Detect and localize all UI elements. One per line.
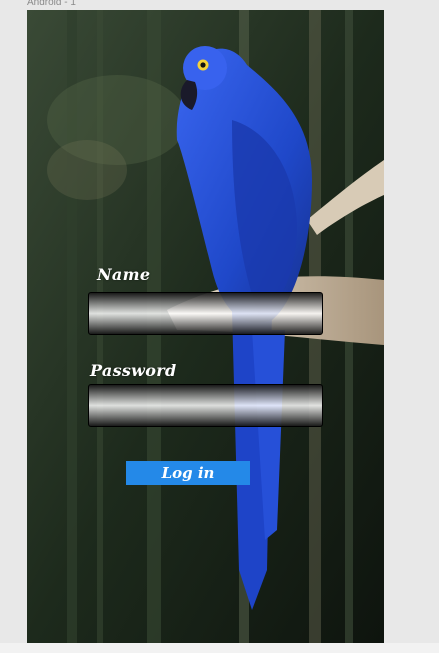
login-button[interactable]: Log in <box>126 461 250 485</box>
artboard-label: Android - 1 <box>27 0 76 8</box>
password-input[interactable] <box>88 384 323 427</box>
password-label: Password <box>90 361 177 380</box>
name-input[interactable] <box>88 292 323 335</box>
canvas-bottom-strip <box>0 643 439 653</box>
name-label: Name <box>97 265 151 284</box>
android-frame: Name Password Log in <box>27 10 384 643</box>
